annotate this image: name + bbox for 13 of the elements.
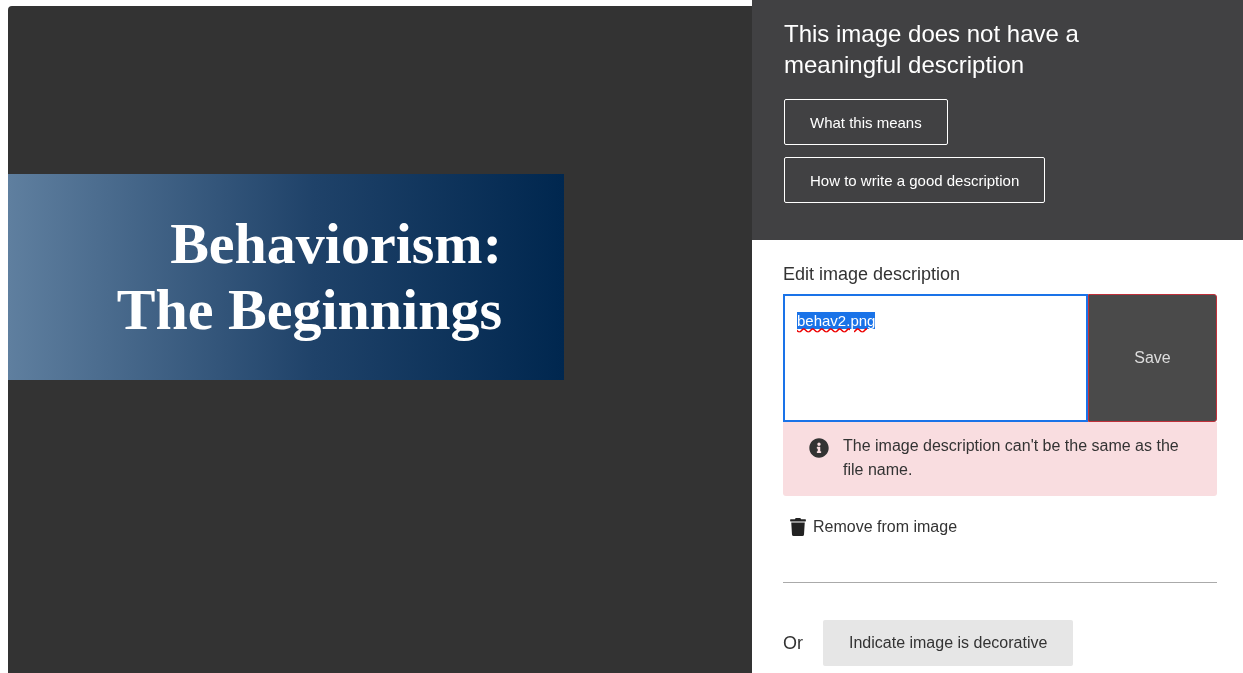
or-label: Or (783, 632, 803, 654)
help-button[interactable]: How to write a good description (784, 157, 1046, 203)
field-label: Edit image description (783, 264, 962, 285)
info-icon (809, 438, 829, 458)
error-text: The image description can't be the same as the file name. (843, 436, 1180, 480)
trash-icon (789, 518, 807, 536)
slide-title: Behaviorism: (170, 211, 502, 277)
save-button[interactable]: Save (1088, 294, 1217, 422)
remove-link[interactable]: Remove from image (789, 518, 1217, 536)
slide-title: The Beginnings (116, 277, 502, 343)
help-button[interactable]: What this means (784, 99, 948, 145)
panel-heading: This image does not have a meaningful description (784, 19, 1080, 80)
decorative-button[interactable]: Indicate image is decorative (823, 620, 1074, 666)
